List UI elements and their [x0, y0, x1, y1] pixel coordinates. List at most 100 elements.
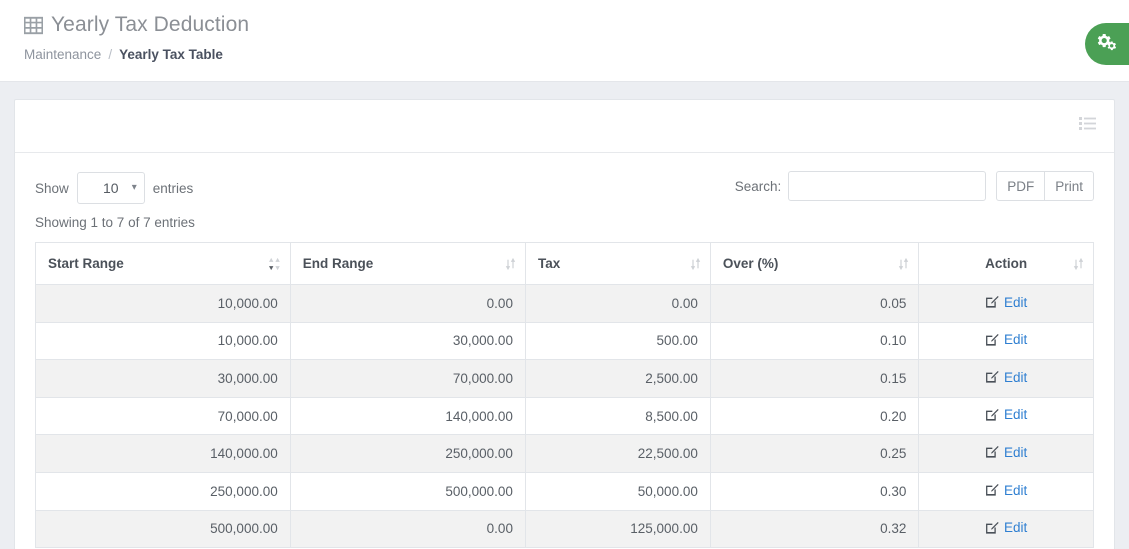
cell-action: Edit: [918, 321, 1094, 361]
table-head: Start Range End Range Tax Over (%) Actio…: [35, 242, 1094, 285]
cell-action: Edit: [918, 284, 1094, 323]
cell-start-range: 10,000.00: [35, 284, 291, 323]
cell-over: 0.15: [709, 359, 920, 398]
edit-link[interactable]: Edit: [985, 407, 1027, 422]
panel-heading: [15, 100, 1114, 153]
edit-link[interactable]: Edit: [985, 520, 1027, 535]
sort-icon-neutral: [1073, 256, 1084, 271]
pdf-button[interactable]: PDF: [996, 171, 1046, 201]
cell-start-range: 500,000.00: [35, 509, 291, 549]
print-button[interactable]: Print: [1045, 171, 1094, 201]
search-label: Search:: [734, 178, 782, 194]
length-label-after: entries: [152, 180, 194, 196]
table-grid-icon: [24, 16, 43, 35]
cell-over: 0.20: [709, 396, 920, 436]
edit-link[interactable]: Edit: [985, 483, 1027, 498]
search-and-export: Search: PDF Print: [735, 167, 1094, 201]
datatable-controls: Show 10 ▾ entries Search: PDF Print: [35, 167, 1094, 204]
edit-link-label: Edit: [1004, 520, 1028, 536]
cell-over: 0.25: [709, 434, 920, 473]
content-wrapper: Show 10 ▾ entries Search: PDF Print Show…: [0, 82, 1129, 549]
pencil-square-icon: [985, 295, 999, 309]
cell-end-range: 0.00: [289, 284, 526, 323]
edit-link[interactable]: Edit: [985, 332, 1027, 347]
settings-fab-button[interactable]: [1085, 23, 1129, 65]
edit-link-label: Edit: [1004, 369, 1028, 385]
cell-action: Edit: [918, 396, 1094, 436]
cell-tax: 500.00: [524, 321, 711, 361]
page-length-select[interactable]: 10 ▾: [76, 172, 145, 204]
page-length-value: 10: [102, 180, 119, 196]
cell-start-range: 250,000.00: [35, 471, 291, 511]
cell-over: 0.32: [709, 509, 920, 549]
cell-over: 0.05: [709, 284, 920, 323]
search-input[interactable]: [788, 171, 987, 201]
cell-end-range: 250,000.00: [289, 434, 526, 473]
edit-link[interactable]: Edit: [985, 445, 1027, 460]
column-header-action[interactable]: Action: [918, 242, 1094, 285]
pencil-square-icon: [985, 370, 999, 384]
column-header-over-percent[interactable]: Over (%): [709, 242, 920, 285]
breadcrumb-item-maintenance[interactable]: Maintenance: [24, 47, 101, 62]
edit-link[interactable]: Edit: [985, 295, 1027, 310]
breadcrumb-item-current: Yearly Tax Table: [119, 47, 223, 62]
search-filter: Search:: [735, 171, 987, 201]
cell-start-range: 10,000.00: [35, 321, 291, 361]
table-row: 250,000.00 500,000.00 50,000.00 0.30 Edit: [35, 471, 1094, 511]
edit-link-label: Edit: [1004, 444, 1028, 460]
chevron-down-icon: ▾: [131, 182, 137, 193]
sort-icon-neutral: [505, 256, 516, 271]
cell-start-range: 70,000.00: [35, 396, 291, 436]
cell-tax: 50,000.00: [524, 471, 711, 511]
pencil-square-icon: [985, 445, 999, 459]
cell-start-range: 30,000.00: [35, 359, 291, 398]
yearly-tax-table: Start Range End Range Tax Over (%) Actio…: [35, 242, 1094, 549]
list-menu-icon[interactable]: [1079, 116, 1096, 136]
table-row: 140,000.00 250,000.00 22,500.00 0.25 Edit: [35, 434, 1094, 473]
cell-end-range: 500,000.00: [289, 471, 526, 511]
cell-end-range: 70,000.00: [289, 359, 526, 398]
cell-action: Edit: [918, 434, 1094, 473]
cell-action: Edit: [918, 471, 1094, 511]
cell-start-range: 140,000.00: [35, 434, 291, 473]
pencil-square-icon: [985, 483, 999, 497]
column-header-end-range[interactable]: End Range: [289, 242, 526, 285]
cell-action: Edit: [918, 509, 1094, 549]
column-header-tax[interactable]: Tax: [524, 242, 711, 285]
edit-link-label: Edit: [1004, 294, 1028, 310]
cogs-icon: [1097, 33, 1117, 56]
cell-end-range: 0.00: [289, 509, 526, 549]
table-row: 10,000.00 0.00 0.00 0.05 Edit: [35, 284, 1094, 323]
table-panel: Show 10 ▾ entries Search: PDF Print Show…: [14, 99, 1115, 549]
column-header-start-range[interactable]: Start Range: [35, 242, 291, 285]
edit-link-label: Edit: [1004, 332, 1028, 348]
page-header: Yearly Tax Deduction Maintenance / Yearl…: [0, 0, 1129, 82]
cell-tax: 0.00: [524, 284, 711, 323]
table-row: 70,000.00 140,000.00 8,500.00 0.20 Edit: [35, 396, 1094, 436]
breadcrumb: Maintenance / Yearly Tax Table: [24, 47, 1129, 62]
cell-over: 0.30: [709, 471, 920, 511]
datatable-info: Showing 1 to 7 of 7 entries: [35, 215, 195, 230]
edit-link-label: Edit: [1004, 407, 1028, 423]
cell-tax: 22,500.00: [524, 434, 711, 473]
pencil-square-icon: [985, 408, 999, 422]
edit-link[interactable]: Edit: [985, 370, 1027, 385]
cell-over: 0.10: [709, 321, 920, 361]
panel-body: Show 10 ▾ entries Search: PDF Print Show…: [15, 153, 1114, 549]
cell-action: Edit: [918, 359, 1094, 398]
cell-end-range: 140,000.00: [289, 396, 526, 436]
table-body: 10,000.00 0.00 0.00 0.05 Edit 10,000.00 30,000…: [35, 284, 1094, 549]
cell-tax: 8,500.00: [524, 396, 711, 436]
table-row: 30,000.00 70,000.00 2,500.00 0.15 Edit: [35, 359, 1094, 398]
page-title-text: Yearly Tax Deduction: [51, 13, 250, 36]
table-header-row: Start Range End Range Tax Over (%) Actio…: [35, 242, 1094, 285]
export-button-group: PDF Print: [996, 171, 1094, 201]
sort-icon-sorted: [268, 256, 281, 271]
edit-link-label: Edit: [1004, 482, 1028, 498]
pencil-square-icon: [985, 333, 999, 347]
page-title: Yearly Tax Deduction: [24, 12, 1129, 38]
sort-icon-neutral: [898, 256, 909, 271]
table-row: 500,000.00 0.00 125,000.00 0.32 Edit: [35, 509, 1094, 549]
cell-tax: 2,500.00: [524, 359, 711, 398]
length-control: Show 10 ▾ entries: [35, 167, 193, 204]
